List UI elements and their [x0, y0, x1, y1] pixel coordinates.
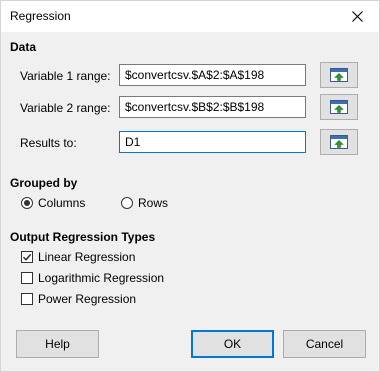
rows-radio-option[interactable]: Rows	[121, 196, 168, 210]
close-icon	[351, 11, 363, 22]
title-bar: Regression	[1, 1, 379, 32]
columns-radio-label: Columns	[38, 196, 86, 210]
data-section-title: Data	[10, 40, 37, 54]
power-regression-label: Power Regression	[38, 292, 137, 306]
shrink-range-icon	[330, 135, 348, 149]
variable1-label: Variable 1 range:	[20, 69, 111, 83]
rows-radio[interactable]	[121, 197, 133, 209]
columns-radio-option[interactable]: Columns	[21, 196, 85, 210]
rows-radio-label: Rows	[138, 196, 169, 210]
variable2-shrink-button[interactable]	[320, 94, 358, 120]
columns-radio[interactable]	[21, 197, 33, 209]
window-title: Regression	[10, 9, 71, 23]
results-to-input[interactable]	[119, 131, 306, 153]
logarithmic-regression-label: Logarithmic Regression	[38, 271, 165, 285]
regression-dialog: Regression Data Variable 1 range: Variab…	[0, 0, 380, 372]
ok-button[interactable]: OK	[191, 330, 274, 358]
close-button[interactable]	[335, 1, 379, 32]
variable1-shrink-button[interactable]	[320, 62, 358, 88]
output-types-title: Output Regression Types	[10, 230, 156, 244]
variable2-label: Variable 2 range:	[20, 101, 111, 115]
grouped-by-title: Grouped by	[10, 176, 78, 190]
cancel-button[interactable]: Cancel	[283, 330, 366, 358]
linear-regression-checkbox[interactable]	[21, 251, 33, 263]
variable2-range-input[interactable]	[119, 96, 306, 118]
shrink-range-icon	[330, 68, 348, 82]
power-regression-checkbox[interactable]	[21, 293, 33, 305]
checkmark-icon	[23, 253, 32, 261]
results-shrink-button[interactable]	[320, 129, 358, 155]
linear-regression-option[interactable]: Linear Regression	[21, 250, 135, 264]
variable1-range-input[interactable]	[119, 64, 306, 86]
help-button[interactable]: Help	[16, 330, 99, 358]
power-regression-option[interactable]: Power Regression	[21, 292, 136, 306]
logarithmic-regression-option[interactable]: Logarithmic Regression	[21, 271, 164, 285]
linear-regression-label: Linear Regression	[38, 250, 136, 264]
results-to-label: Results to:	[20, 136, 77, 150]
logarithmic-regression-checkbox[interactable]	[21, 272, 33, 284]
shrink-range-icon	[330, 100, 348, 114]
